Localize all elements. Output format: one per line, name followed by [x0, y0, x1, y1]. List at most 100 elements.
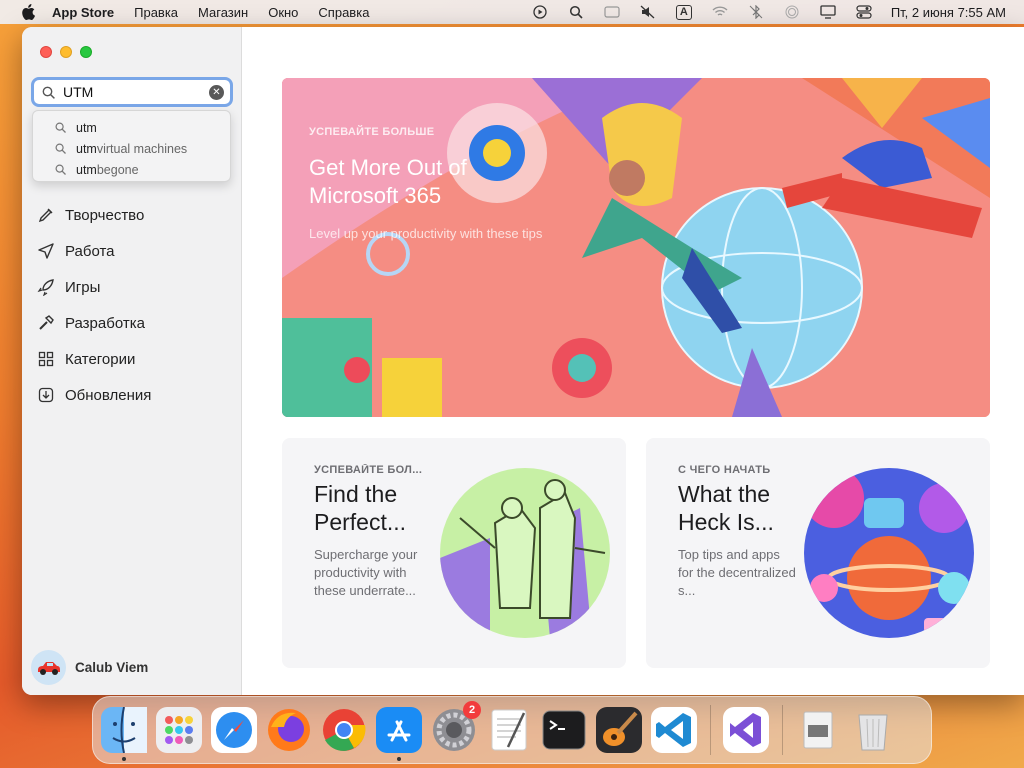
sidebar-item-label: Игры [65, 278, 101, 296]
spotlight-icon[interactable] [567, 4, 585, 20]
terminal-icon [542, 710, 586, 750]
chrome-icon [323, 709, 366, 751]
clear-search-icon[interactable]: ✕ [209, 85, 224, 100]
airdrop-icon[interactable] [783, 4, 801, 20]
story-card[interactable]: УСПЕВАЙТЕ БОЛ... Find the Perfect... Sup… [282, 438, 626, 668]
search-icon [42, 86, 55, 99]
dock-preview[interactable] [795, 707, 841, 753]
sidebar-item-label: Категории [65, 350, 136, 368]
dock-firefox[interactable] [266, 707, 312, 753]
guitar-icon [596, 707, 642, 753]
search-icon [55, 122, 66, 133]
menu-store[interactable]: Магазин [198, 5, 248, 20]
rocket-icon [37, 278, 55, 296]
menu-help[interactable]: Справка [318, 5, 369, 20]
mute-icon[interactable] [639, 4, 657, 20]
dock-app-store[interactable] [376, 707, 422, 761]
wifi-icon[interactable] [711, 4, 729, 20]
dock-trash[interactable] [850, 707, 896, 753]
suggestion-item[interactable]: utm begone [33, 159, 230, 180]
hero-title: Get More Out of Microsoft 365 [309, 155, 467, 208]
search-icon [55, 164, 66, 175]
hero-subtitle: Level up your productivity with these ti… [309, 226, 543, 241]
card-title: Find the Perfect... [314, 481, 407, 535]
card-eyebrow: УСПЕВАЙТЕ БОЛ... [314, 464, 423, 476]
suggestion-item[interactable]: utm virtual machines [33, 138, 230, 159]
dock-textedit[interactable] [486, 707, 532, 753]
finder-icon [101, 707, 147, 753]
download-icon [37, 386, 55, 404]
apple-menu-icon[interactable] [18, 2, 38, 22]
suggestion-match: utm [76, 162, 97, 177]
bluetooth-off-icon[interactable] [747, 4, 765, 20]
minimize-window-button[interactable] [60, 46, 72, 58]
dock-terminal[interactable] [541, 707, 587, 753]
zoom-window-button[interactable] [80, 46, 92, 58]
vscode-icon [651, 707, 697, 753]
card-eyebrow: С ЧЕГО НАЧАТЬ [678, 464, 771, 476]
menu-window[interactable]: Окно [268, 5, 298, 20]
notification-badge: 2 [463, 701, 481, 719]
app-store-window: ✕ utm utm virtual machines utmbegone Тво… [22, 27, 1024, 695]
card-illustration [804, 468, 974, 638]
firefox-icon [268, 709, 310, 751]
screen-mirror-icon[interactable] [603, 4, 621, 20]
suggestion-rest: begone [96, 162, 139, 177]
dock-safari[interactable] [211, 707, 257, 753]
menu-edit[interactable]: Правка [134, 5, 178, 20]
sidebar-item-label: Обновления [65, 386, 152, 404]
control-center-icon[interactable] [855, 4, 873, 20]
dock-separator [710, 705, 711, 755]
dock-system-settings[interactable]: 2 [431, 701, 481, 753]
card-description: Supercharge your productivity with these… [314, 547, 418, 598]
dock-finder[interactable] [101, 707, 147, 761]
paper-plane-icon [37, 242, 55, 260]
main-content: УСПЕВАЙТЕ БОЛЬШЕ Get More Out of Microso… [242, 27, 1024, 695]
visual-studio-icon [723, 707, 769, 753]
input-source-icon[interactable]: A [675, 4, 693, 20]
sidebar-nav: Творчество Работа Игры Разработка Катего… [22, 197, 242, 413]
dock-vscode[interactable] [651, 707, 697, 753]
sidebar-item-games[interactable]: Игры [22, 269, 242, 305]
sidebar-item-updates[interactable]: Обновления [22, 377, 242, 413]
card-title: What the Heck Is... [678, 481, 774, 535]
menu-app-name[interactable]: App Store [52, 5, 114, 20]
dock-visual-studio[interactable] [723, 707, 769, 753]
dock-chrome[interactable] [321, 707, 367, 753]
document-icon [803, 711, 833, 749]
suggestion-item[interactable]: utm [33, 117, 230, 138]
dock-separator [782, 705, 783, 755]
brush-icon [37, 206, 55, 224]
search-input[interactable] [63, 84, 193, 100]
suggestion-rest: virtual machines [96, 141, 188, 156]
sidebar-item-label: Работа [65, 242, 115, 260]
play-icon[interactable] [531, 4, 549, 20]
close-window-button[interactable] [40, 46, 52, 58]
sidebar-item-develop[interactable]: Разработка [22, 305, 242, 341]
trash-icon [858, 714, 888, 751]
sidebar-item-label: Творчество [65, 206, 145, 224]
search-suggestions: utm utm virtual machines utm begone [32, 110, 231, 182]
running-indicator [397, 757, 401, 761]
sidebar-item-label: Разработка [65, 314, 145, 332]
menu-bar: App Store Правка Магазин Окно Справка A … [0, 0, 1024, 24]
suggestion-match: utm [76, 120, 97, 135]
dock-garageband[interactable] [596, 707, 642, 753]
app-store-icon [376, 707, 422, 753]
grid-icon [37, 350, 55, 368]
search-field[interactable]: ✕ [31, 77, 233, 107]
account-button[interactable]: Calub Viem [31, 649, 148, 685]
menu-clock[interactable]: Пт, 2 июня 7:55 AM [891, 5, 1006, 20]
user-name: Calub Viem [75, 659, 149, 675]
hammer-icon [37, 314, 55, 332]
featured-hero-card[interactable]: УСПЕВАЙТЕ БОЛЬШЕ Get More Out of Microso… [282, 78, 990, 417]
display-icon[interactable] [819, 4, 837, 20]
sidebar-item-work[interactable]: Работа [22, 233, 242, 269]
card-description: Top tips and apps for the decentralized … [678, 547, 796, 598]
dock-launchpad[interactable] [156, 707, 202, 753]
sidebar-item-categories[interactable]: Категории [22, 341, 242, 377]
hero-eyebrow: УСПЕВАЙТЕ БОЛЬШЕ [309, 126, 435, 138]
story-card[interactable]: С ЧЕГО НАЧАТЬ What the Heck Is... Top ti… [646, 438, 990, 668]
sidebar-item-create[interactable]: Творчество [22, 197, 242, 233]
textedit-icon [491, 709, 527, 751]
